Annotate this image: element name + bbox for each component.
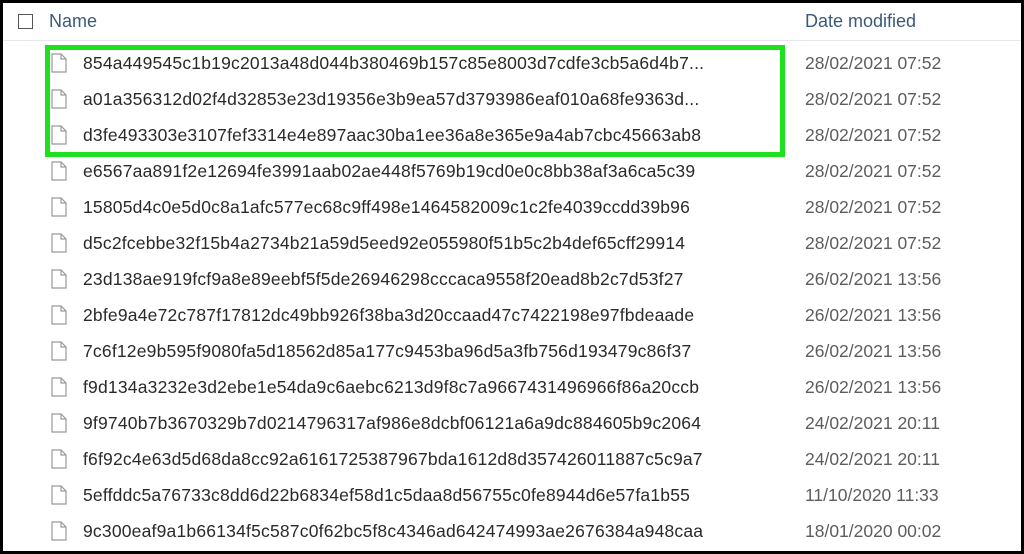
file-name: 23d138ae919fcf9a8e89eebf5f5de26946298ccc… (75, 269, 799, 290)
file-name: 9f9740b7b3670329b7d0214796317af986e8dcbf… (75, 413, 799, 434)
file-icon (51, 449, 67, 469)
file-row[interactable]: 5effddc5a76733c8dd6d22b6834ef58d1c5daa8d… (3, 477, 1021, 513)
column-header-row: Name Date modified (3, 3, 1021, 41)
file-name: f9d134a3232e3d2ebe1e54da9c6aebc6213d9f8c… (75, 377, 799, 398)
file-icon (51, 89, 67, 109)
file-date-modified: 28/02/2021 07:52 (799, 233, 1021, 254)
file-type-icon-cell (39, 197, 75, 217)
file-icon (51, 521, 67, 541)
file-name: 854a449545c1b19c2013a48d044b380469b157c8… (75, 53, 799, 74)
file-type-icon-cell (39, 305, 75, 325)
file-date-modified: 26/02/2021 13:56 (799, 341, 1021, 362)
file-type-icon-cell (39, 377, 75, 397)
file-name: d5c2fcebbe32f15b4a2734b21a59d5eed92e0559… (75, 233, 799, 254)
column-header-name[interactable]: Name (39, 11, 799, 32)
file-type-icon-cell (39, 449, 75, 469)
file-type-icon-cell (39, 53, 75, 73)
file-icon (51, 125, 67, 145)
file-date-modified: 26/02/2021 13:56 (799, 269, 1021, 290)
file-icon (51, 161, 67, 181)
file-name: 7c6f12e9b595f9080fa5d18562d85a177c9453ba… (75, 341, 799, 362)
file-icon (51, 413, 67, 433)
file-icon (51, 197, 67, 217)
file-type-icon-cell (39, 125, 75, 145)
file-row[interactable]: f9d134a3232e3d2ebe1e54da9c6aebc6213d9f8c… (3, 369, 1021, 405)
file-date-modified: 11/10/2020 11:33 (799, 485, 1021, 506)
file-row[interactable]: 2bfe9a4e72c787f17812dc49bb926f38ba3d20cc… (3, 297, 1021, 333)
file-icon (51, 269, 67, 289)
file-row[interactable]: 9f9740b7b3670329b7d0214796317af986e8dcbf… (3, 405, 1021, 441)
file-date-modified: 18/01/2020 00:02 (799, 521, 1021, 542)
file-name: 5effddc5a76733c8dd6d22b6834ef58d1c5daa8d… (75, 485, 799, 506)
file-row[interactable]: d3fe493303e3107fef3314e4e897aac30ba1ee36… (3, 117, 1021, 153)
file-name: 15805d4c0e5d0c8a1afc577ec68c9ff498e14645… (75, 197, 799, 218)
file-type-icon-cell (39, 233, 75, 253)
file-icon (51, 233, 67, 253)
file-type-icon-cell (39, 485, 75, 505)
file-name: f6f92c4e63d5d68da8cc92a6161725387967bda1… (75, 449, 799, 470)
checkbox-icon (18, 14, 33, 29)
file-row[interactable]: e6567aa891f2e12694fe3991aab02ae448f5769b… (3, 153, 1021, 189)
file-date-modified: 28/02/2021 07:52 (799, 53, 1021, 74)
file-name: e6567aa891f2e12694fe3991aab02ae448f5769b… (75, 161, 799, 182)
column-header-date[interactable]: Date modified (799, 11, 1021, 32)
file-icon (51, 377, 67, 397)
file-date-modified: 26/02/2021 13:56 (799, 305, 1021, 326)
select-all-checkbox-cell[interactable] (11, 14, 39, 29)
file-row[interactable]: 23d138ae919fcf9a8e89eebf5f5de26946298ccc… (3, 261, 1021, 297)
file-icon (51, 53, 67, 73)
file-date-modified: 28/02/2021 07:52 (799, 197, 1021, 218)
file-row[interactable]: f6f92c4e63d5d68da8cc92a6161725387967bda1… (3, 441, 1021, 477)
file-row[interactable]: a01a356312d02f4d32853e23d19356e3b9ea57d3… (3, 81, 1021, 117)
file-row[interactable]: 854a449545c1b19c2013a48d044b380469b157c8… (3, 45, 1021, 81)
file-list: 854a449545c1b19c2013a48d044b380469b157c8… (3, 41, 1021, 549)
file-icon (51, 305, 67, 325)
file-type-icon-cell (39, 413, 75, 433)
file-icon (51, 485, 67, 505)
file-row[interactable]: 9c300eaf9a1b66134f5c587c0f62bc5f8c4346ad… (3, 513, 1021, 549)
file-type-icon-cell (39, 269, 75, 289)
file-type-icon-cell (39, 89, 75, 109)
file-date-modified: 24/02/2021 20:11 (799, 413, 1021, 434)
file-date-modified: 26/02/2021 13:56 (799, 377, 1021, 398)
file-date-modified: 28/02/2021 07:52 (799, 89, 1021, 110)
file-name: a01a356312d02f4d32853e23d19356e3b9ea57d3… (75, 89, 799, 110)
file-type-icon-cell (39, 521, 75, 541)
file-row[interactable]: 7c6f12e9b595f9080fa5d18562d85a177c9453ba… (3, 333, 1021, 369)
file-name: d3fe493303e3107fef3314e4e897aac30ba1ee36… (75, 125, 799, 146)
file-row[interactable]: d5c2fcebbe32f15b4a2734b21a59d5eed92e0559… (3, 225, 1021, 261)
file-date-modified: 24/02/2021 20:11 (799, 449, 1021, 470)
file-name: 2bfe9a4e72c787f17812dc49bb926f38ba3d20cc… (75, 305, 799, 326)
file-date-modified: 28/02/2021 07:52 (799, 161, 1021, 182)
file-type-icon-cell (39, 341, 75, 361)
file-name: 9c300eaf9a1b66134f5c587c0f62bc5f8c4346ad… (75, 521, 799, 542)
file-date-modified: 28/02/2021 07:52 (799, 125, 1021, 146)
file-row[interactable]: 15805d4c0e5d0c8a1afc577ec68c9ff498e14645… (3, 189, 1021, 225)
file-type-icon-cell (39, 161, 75, 181)
file-icon (51, 341, 67, 361)
